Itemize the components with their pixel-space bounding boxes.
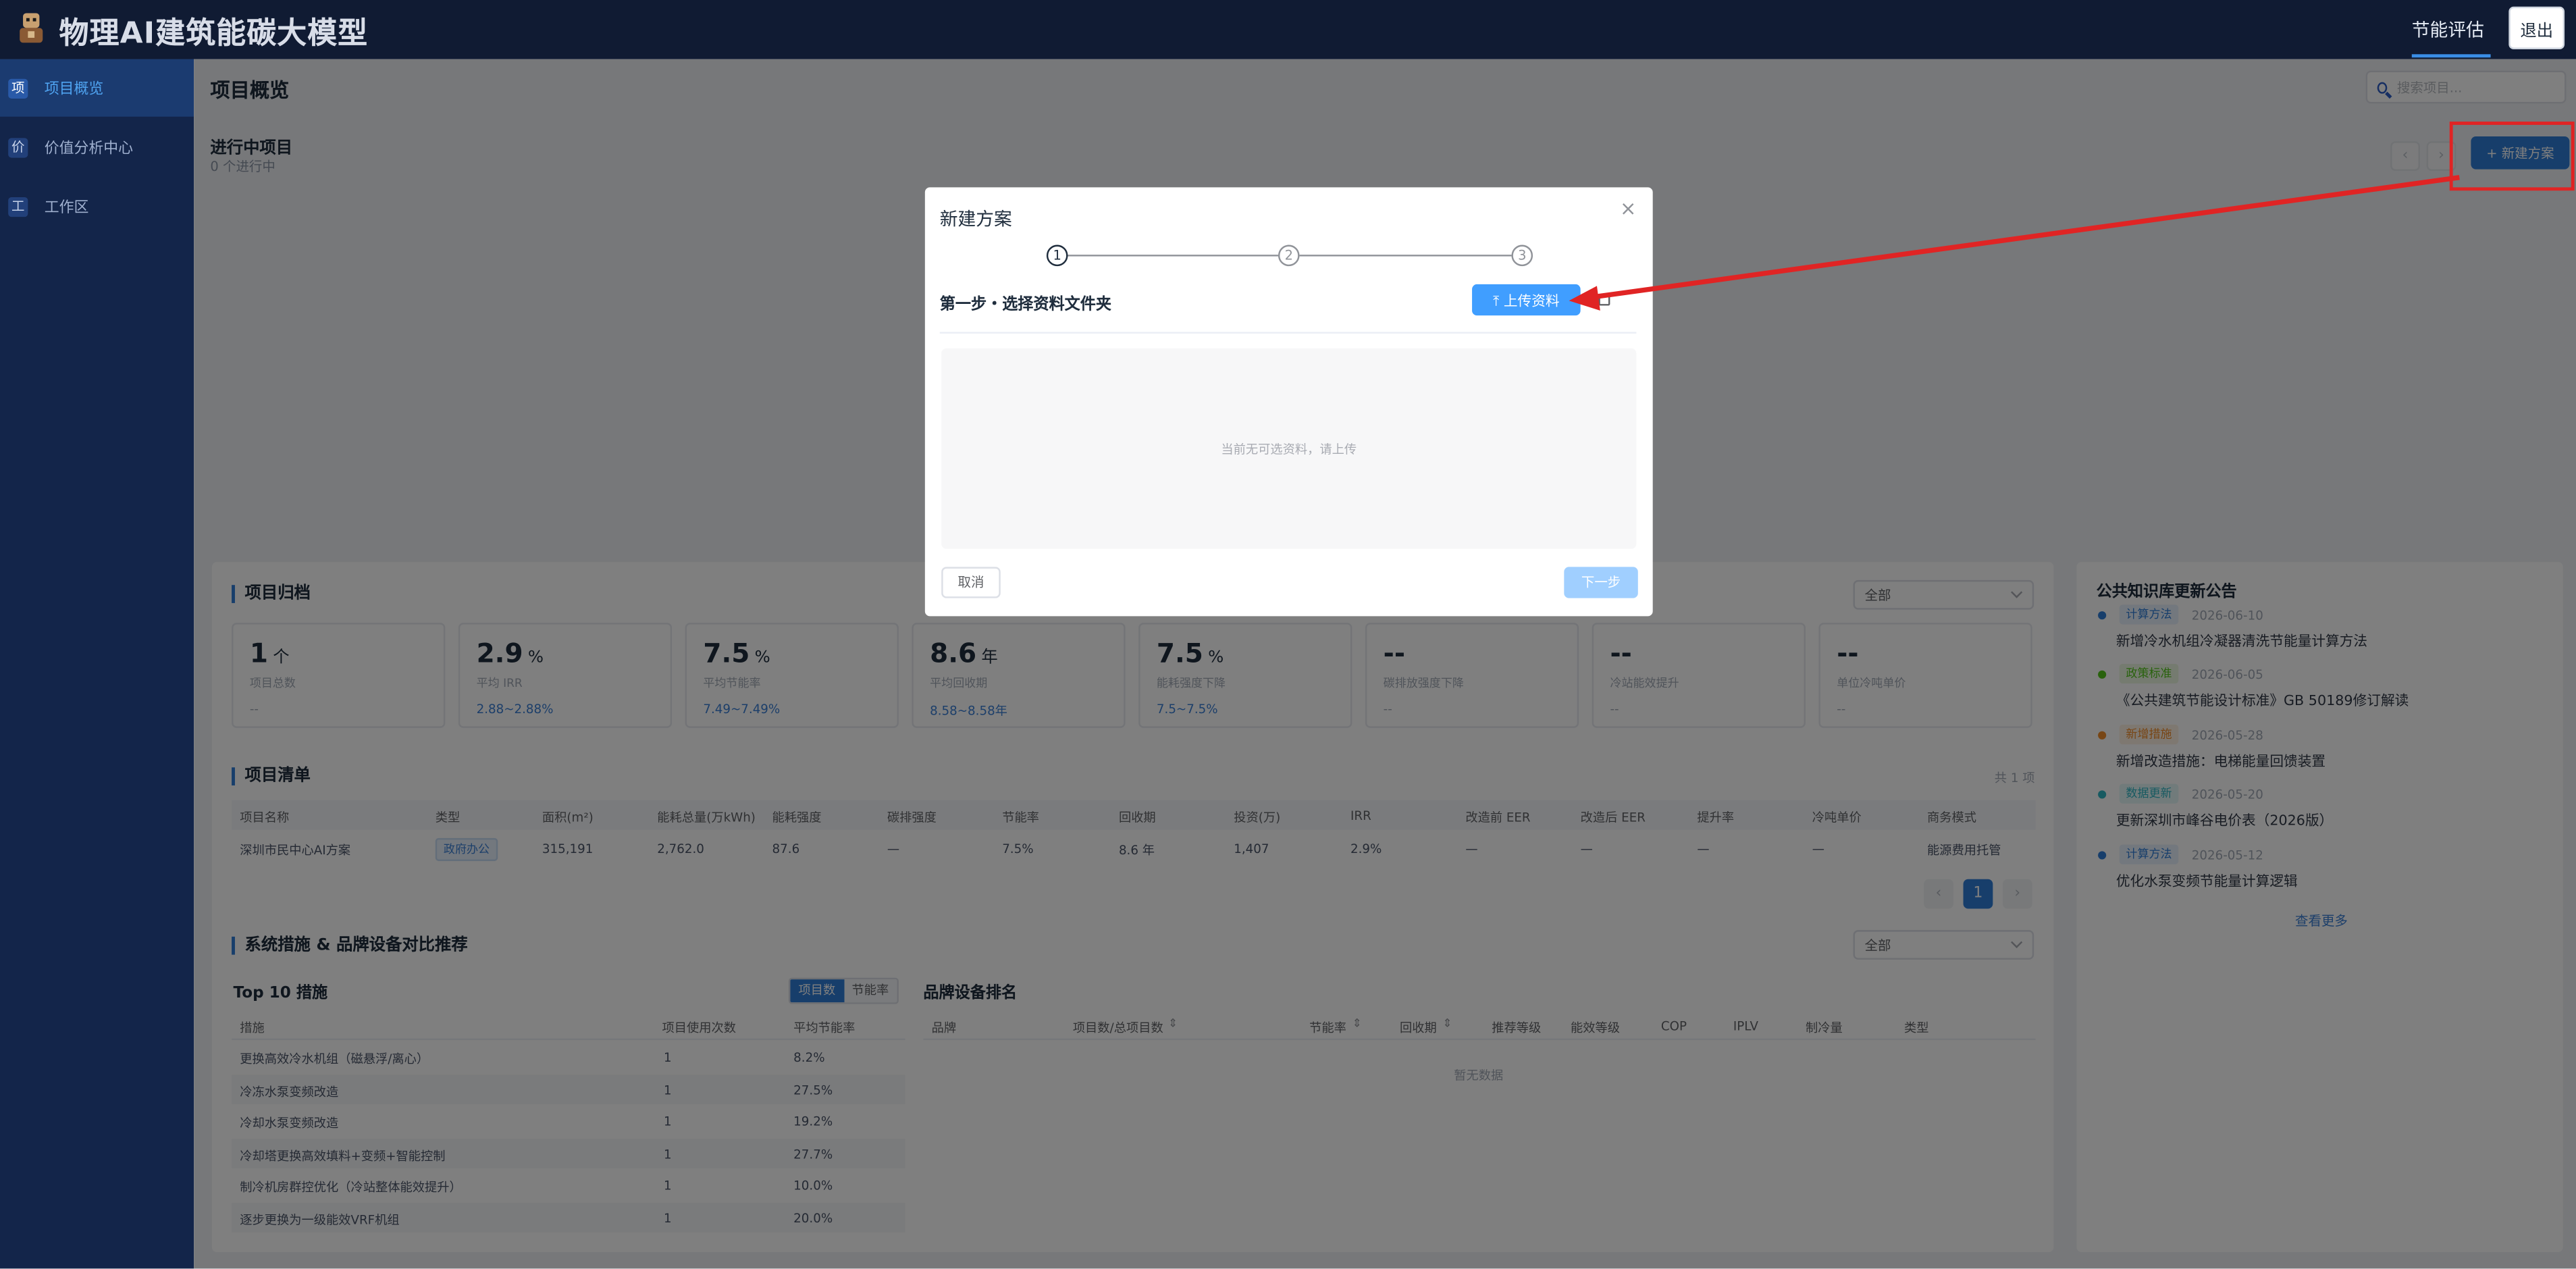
nav-tab-energy-assessment[interactable]: 节能评估 [2412,16,2484,43]
empty-text: 当前无可选资料，请上传 [1221,441,1357,457]
sidebar-item-label: 工作区 [44,200,89,217]
sidebar-item-label: 价值分析中心 [44,141,134,158]
nav-tab-active-indicator [2411,54,2491,58]
step-connector [1299,255,1512,257]
app-root: 物理AI建筑能碳大模型 节能评估 退出 项 项目概览 价 价值分析中心 工 工作… [0,0,2576,1269]
top-bar: 物理AI建筑能碳大模型 节能评估 退出 [0,0,2576,59]
project-overview-icon: 项 [8,78,28,98]
sidebar: 项 项目概览 价 价值分析中心 工 工作区 [0,59,194,1269]
select-all-checkbox[interactable] [1598,294,1610,306]
cancel-button[interactable]: 取消 [941,567,1001,598]
sidebar-item-value-analysis[interactable]: 价 价值分析中心 [0,118,194,176]
sidebar-item-project-overview[interactable]: 项 项目概览 [0,59,194,117]
new-plan-dialog: 新建方案 × 1 2 3 第一步・选择资料文件夹 ⤒ 上传资料 当前无可选资料，… [924,187,1653,617]
upload-materials-button[interactable]: ⤒ 上传资料 [1472,284,1581,316]
materials-empty-area: 当前无可选资料，请上传 [941,348,1637,549]
step-1-title: 第一步・选择资料文件夹 [939,295,1112,314]
sidebar-item-workspace[interactable]: 工 工作区 [0,178,194,235]
step-2-indicator: 2 [1278,244,1300,267]
step-3-indicator: 3 [1511,244,1533,267]
step-1-indicator: 1 [1046,244,1068,267]
app-title: 物理AI建筑能碳大模型 [59,16,369,51]
sidebar-item-label: 项目概览 [44,82,104,99]
logout-button[interactable]: 退出 [2508,6,2565,49]
step-connector [1068,255,1278,257]
workspace-icon: 工 [8,196,28,216]
annotation-highlight-box [2449,122,2575,191]
divider [939,332,1637,334]
next-step-button[interactable]: 下一步 [1564,567,1638,598]
robot-logo-icon [20,13,43,43]
value-analysis-icon: 价 [8,137,28,157]
dialog-title: 新建方案 [939,209,1012,230]
close-icon[interactable]: × [1620,197,1636,220]
